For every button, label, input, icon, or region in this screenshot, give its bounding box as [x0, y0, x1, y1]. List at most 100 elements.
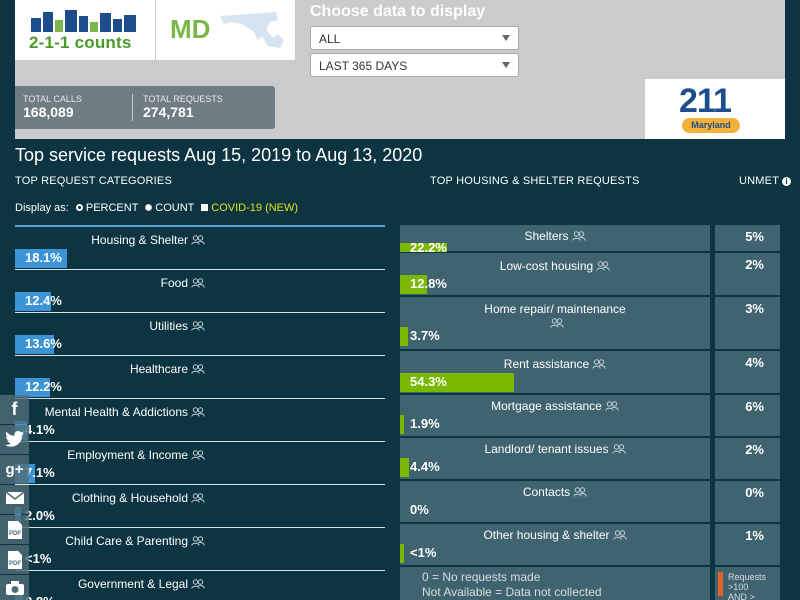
header: 2-1-1 counts MD Choose data to display A…: [15, 0, 785, 139]
housing-row[interactable]: Rent assistance 54.3%: [400, 351, 710, 394]
unmet-heading[interactable]: UNMET i: [739, 175, 792, 187]
housing-value: 3.7%: [410, 328, 440, 343]
display-covid-option[interactable]: COVID-19 (NEW): [201, 202, 298, 214]
housing-row[interactable]: Mortgage assistance 1.9%: [400, 395, 710, 437]
display-percent-option[interactable]: PERCENT: [75, 202, 138, 214]
category-label: Mental Health & Addictions: [45, 405, 205, 420]
category-row[interactable]: Child Care & Parenting <1%: [15, 528, 385, 571]
category-row[interactable]: Utilities 13.6%: [15, 313, 385, 356]
housing-label: Rent assistance: [400, 357, 710, 372]
category-value: 2.0%: [25, 508, 55, 523]
categories-heading: TOP REQUEST CATEGORIES: [15, 175, 173, 187]
people-icon[interactable]: [592, 358, 606, 372]
housing-label-text: Home repair/ maintenance: [484, 302, 626, 316]
maryland-map-icon: [220, 12, 284, 48]
people-icon[interactable]: [596, 260, 610, 274]
category-label: Housing & Shelter: [91, 233, 205, 248]
total-requests-value: 274,781: [143, 104, 194, 120]
housing-row[interactable]: Landlord/ tenant issues 4.4%: [400, 438, 710, 480]
housing-value: 54.3%: [410, 374, 447, 389]
category-row[interactable]: Food 12.4%: [15, 270, 385, 313]
display-as-toggle: Display as: PERCENT COUNT COVID-19 (NEW): [15, 202, 298, 214]
period-select[interactable]: LAST 365 DAYS: [310, 53, 519, 77]
people-icon[interactable]: [191, 535, 205, 549]
people-icon[interactable]: [571, 230, 586, 244]
logo-md[interactable]: MD: [156, 0, 295, 60]
display-count-option[interactable]: COUNT: [145, 202, 194, 214]
chevron-down-icon: [502, 35, 510, 41]
unmet-legend-line: >100: [728, 582, 749, 592]
unmet-value: 6%: [745, 399, 764, 414]
category-row[interactable]: Mental Health & Addictions 4.1%: [15, 399, 385, 442]
unmet-value: 1%: [745, 528, 764, 543]
housing-label-text: Rent assistance: [503, 357, 590, 371]
category-label: Child Care & Parenting: [65, 534, 205, 549]
unmet-legend-text: Requests >100 AND >: [728, 572, 766, 600]
people-icon[interactable]: [191, 449, 205, 463]
category-label-text: Employment & Income: [67, 448, 188, 462]
people-icon[interactable]: [549, 317, 564, 331]
housing-row[interactable]: Contacts 0%: [400, 481, 710, 523]
category-select[interactable]: ALL: [310, 26, 519, 50]
housing-label: Mortgage assistance: [400, 399, 710, 414]
display-count-label: COUNT: [155, 202, 195, 214]
people-icon[interactable]: [573, 486, 587, 500]
category-label-text: Child Care & Parenting: [65, 534, 188, 548]
unmet-value: 5%: [745, 229, 764, 244]
housing-label-text: Landlord/ tenant issues: [484, 442, 609, 456]
unmet-cell: 0%: [715, 481, 780, 523]
category-row[interactable]: Employment & Income 7.1%: [15, 442, 385, 485]
people-icon[interactable]: [191, 320, 205, 334]
logo-md-text: MD: [170, 14, 211, 44]
people-icon[interactable]: [191, 492, 205, 506]
housing-label: Home repair/ maintenance: [400, 302, 710, 331]
housing-label: Landlord/ tenant issues: [400, 442, 710, 457]
camera-icon[interactable]: [0, 575, 29, 600]
divider: [132, 94, 133, 121]
google-plus-icon[interactable]: g+: [0, 455, 29, 484]
people-icon[interactable]: [191, 578, 205, 592]
pdf-icon[interactable]: PDF: [0, 545, 29, 574]
people-icon[interactable]: [605, 400, 619, 414]
logo-211-counts[interactable]: 2-1-1 counts: [15, 0, 155, 60]
category-row[interactable]: Housing & Shelter 18.1%: [15, 227, 385, 270]
facebook-icon[interactable]: f: [0, 395, 29, 424]
housing-bar: [400, 458, 409, 477]
pdf-icon[interactable]: PDF: [0, 515, 29, 544]
category-row[interactable]: Healthcare 12.2%: [15, 356, 385, 399]
logo-211-text: 2-1-1 counts: [29, 33, 132, 52]
housing-bar: [400, 544, 404, 563]
unmet-cell: 6%: [715, 395, 780, 437]
housing-value: 12.8%: [410, 276, 447, 291]
unmet-cell: 2%: [715, 438, 780, 480]
people-icon[interactable]: [191, 406, 205, 420]
housing-bar: [400, 415, 404, 434]
display-covid-label: COVID-19 (NEW): [211, 202, 299, 214]
category-label: Employment & Income: [67, 448, 205, 463]
logo-211-maryland-number: 211: [679, 82, 732, 120]
housing-row[interactable]: Shelters 22.2%: [400, 225, 710, 255]
info-icon[interactable]: i: [782, 177, 792, 186]
people-icon[interactable]: [191, 363, 205, 377]
legend-zero-note: 0 = No requests made: [422, 570, 541, 584]
unmet-value: 2%: [745, 257, 764, 272]
logo-211-maryland[interactable]: 211 Maryland: [645, 79, 785, 139]
email-icon[interactable]: [0, 485, 29, 514]
category-row[interactable]: Clothing & Household 2.0%: [15, 485, 385, 528]
housing-row[interactable]: Home repair/ maintenance 3.7%: [400, 297, 710, 350]
category-row[interactable]: Government & Legal 2.8%: [15, 571, 385, 600]
category-label-text: Utilities: [149, 319, 188, 333]
housing-row[interactable]: Other housing & shelter <1%: [400, 524, 710, 566]
people-icon[interactable]: [191, 277, 205, 291]
housing-label-text: Shelters: [524, 229, 569, 243]
people-icon[interactable]: [191, 234, 205, 248]
housing-row[interactable]: Low-cost housing 12.8%: [400, 253, 710, 296]
people-icon[interactable]: [612, 529, 627, 543]
unmet-cell: 3%: [715, 297, 780, 350]
skyline-icon: [31, 10, 136, 32]
housing-label-text: Contacts: [522, 485, 571, 499]
category-label-text: Mental Health & Addictions: [44, 405, 188, 419]
housing-legend: 0 = No requests made Not Available = Dat…: [400, 567, 710, 600]
twitter-icon[interactable]: [0, 425, 29, 454]
people-icon[interactable]: [611, 443, 626, 457]
